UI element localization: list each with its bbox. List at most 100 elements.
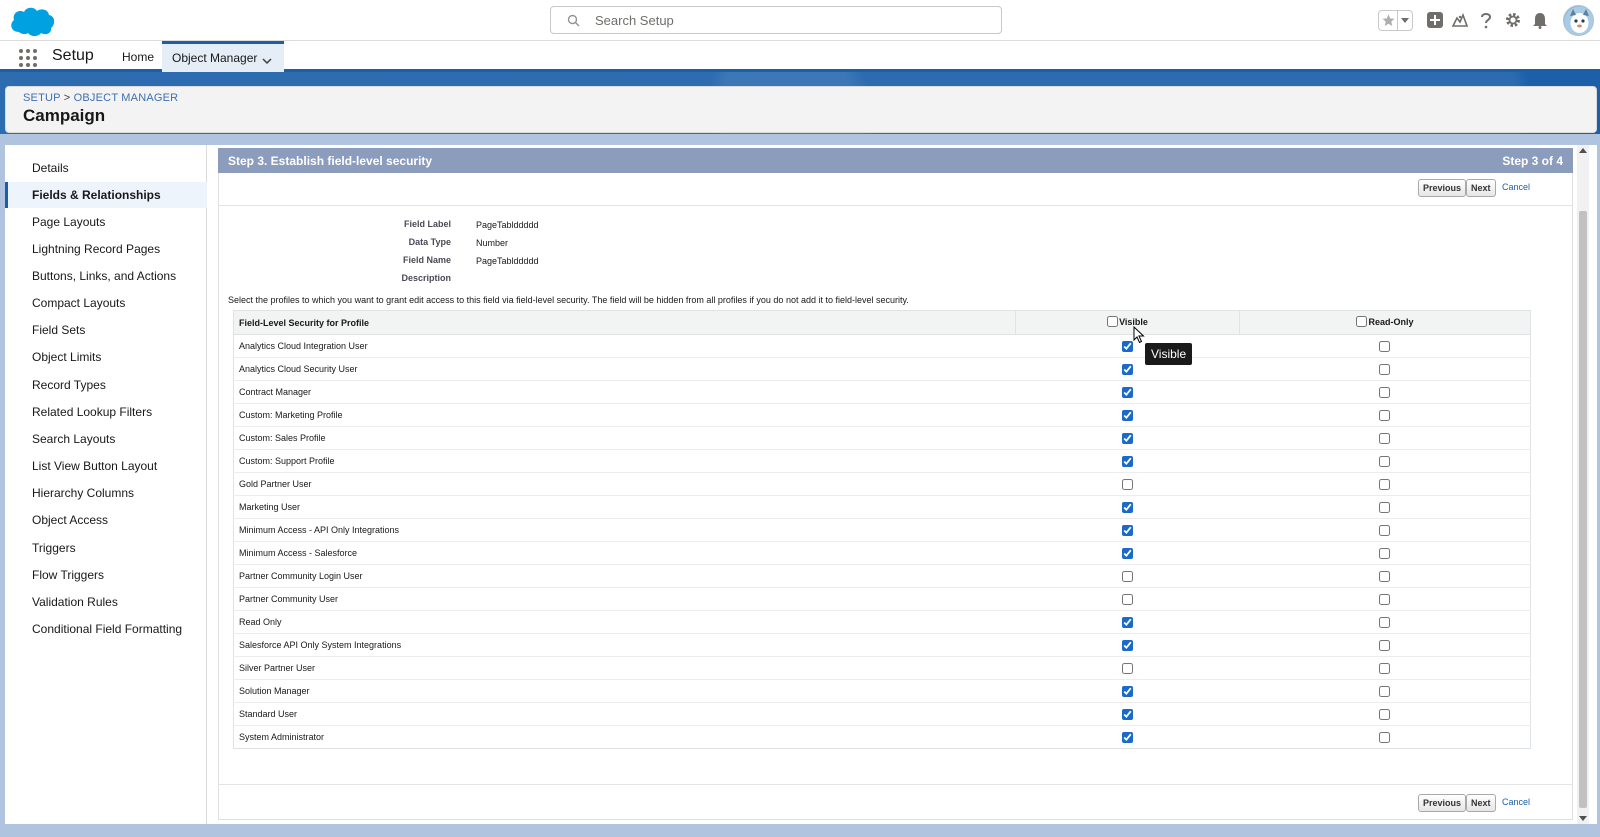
scroll-up-arrow-icon[interactable]	[1579, 148, 1587, 153]
readonly-checkbox[interactable]	[1379, 593, 1391, 605]
previous-button-top[interactable]: Previous	[1418, 179, 1467, 197]
visible-checkbox[interactable]	[1122, 409, 1133, 421]
readonly-checkbox[interactable]	[1379, 478, 1391, 490]
cancel-link-bottom[interactable]: Cancel	[1502, 797, 1530, 807]
sidebar-item-details[interactable]: Details	[5, 155, 207, 181]
breadcrumb-object-manager-link[interactable]: OBJECT MANAGER	[74, 92, 179, 104]
readonly-checkbox[interactable]	[1379, 432, 1391, 444]
readonly-checkbox[interactable]	[1379, 708, 1391, 720]
sidebar-item-field-sets[interactable]: Field Sets	[5, 317, 207, 343]
field-label-value: PageTablddddd	[476, 220, 539, 230]
sidebar-item-triggers[interactable]: Triggers	[5, 535, 207, 561]
visible-checkbox[interactable]	[1122, 547, 1133, 559]
sidebar-item-compact-layouts[interactable]: Compact Layouts	[5, 290, 207, 316]
readonly-column-header: Read-Only	[1239, 310, 1531, 335]
visible-checkbox[interactable]	[1122, 340, 1133, 352]
readonly-checkbox[interactable]	[1379, 616, 1391, 628]
sidebar-item-validation-rules[interactable]: Validation Rules	[5, 589, 207, 615]
gear-icon[interactable]	[1501, 8, 1525, 32]
table-row: Custom: Sales Profile	[233, 426, 1531, 450]
visible-checkbox[interactable]	[1122, 616, 1133, 628]
readonly-checkbox[interactable]	[1379, 731, 1391, 743]
visible-checkbox[interactable]	[1122, 639, 1133, 651]
salesforce-logo[interactable]	[7, 4, 57, 38]
sidebar-item-fields-relationships[interactable]: Fields & Relationships	[5, 182, 207, 208]
visible-select-all-checkbox[interactable]	[1107, 316, 1119, 327]
readonly-checkbox[interactable]	[1379, 455, 1391, 467]
visible-checkbox[interactable]	[1122, 386, 1133, 398]
step-title: Step 3. Establish field-level security	[228, 154, 433, 168]
chevron-down-icon[interactable]	[262, 54, 272, 68]
table-row: Minimum Access - API Only Integrations	[233, 518, 1531, 542]
readonly-checkbox[interactable]	[1379, 501, 1391, 513]
visible-checkbox[interactable]	[1122, 478, 1133, 490]
profile-name: Partner Community User	[233, 587, 1016, 611]
sidebar-item-related-lookup-filters[interactable]: Related Lookup Filters	[5, 399, 207, 425]
sidebar-item-list-view-button-layout[interactable]: List View Button Layout	[5, 453, 207, 479]
readonly-checkbox[interactable]	[1379, 524, 1391, 536]
app-launcher-icon[interactable]	[18, 48, 38, 68]
sidebar-item-record-types[interactable]: Record Types	[5, 372, 207, 398]
sidebar-item-flow-triggers[interactable]: Flow Triggers	[5, 562, 207, 588]
sidebar-item-hierarchy-columns[interactable]: Hierarchy Columns	[5, 480, 207, 506]
readonly-checkbox[interactable]	[1379, 409, 1391, 421]
avatar[interactable]	[1563, 5, 1594, 36]
sidebar-item-search-layouts[interactable]: Search Layouts	[5, 426, 207, 452]
help-icon[interactable]	[1474, 8, 1498, 32]
readonly-checkbox[interactable]	[1379, 639, 1391, 651]
favorites-group[interactable]	[1378, 10, 1413, 31]
readonly-select-all-checkbox[interactable]	[1356, 316, 1368, 327]
visible-checkbox[interactable]	[1122, 731, 1133, 743]
previous-button-bottom[interactable]: Previous	[1418, 794, 1467, 812]
search-input[interactable]	[593, 11, 983, 29]
visible-checkbox[interactable]	[1122, 363, 1133, 375]
table-row: System Administrator	[234, 726, 1531, 749]
search-setup-box[interactable]	[550, 6, 1002, 34]
visible-checkbox[interactable]	[1122, 708, 1133, 720]
readonly-checkbox[interactable]	[1379, 386, 1391, 398]
sidebar-item-conditional-field-formatting[interactable]: Conditional Field Formatting	[5, 616, 207, 642]
readonly-checkbox[interactable]	[1379, 685, 1391, 697]
breadcrumb-setup-link[interactable]: SETUP	[23, 92, 60, 104]
next-button-top[interactable]: Next	[1466, 179, 1496, 197]
visible-checkbox[interactable]	[1122, 524, 1133, 536]
visible-checkbox[interactable]	[1122, 570, 1133, 582]
next-button-bottom[interactable]: Next	[1466, 794, 1496, 812]
sidebar-item-object-access[interactable]: Object Access	[5, 507, 207, 533]
visible-cell	[1015, 610, 1240, 634]
profile-name: Solution Manager	[233, 679, 1016, 703]
visible-checkbox[interactable]	[1122, 501, 1133, 513]
sidebar-item-lightning-record-pages[interactable]: Lightning Record Pages	[5, 236, 207, 262]
readonly-checkbox[interactable]	[1379, 570, 1391, 582]
table-row: Gold Partner User	[233, 472, 1531, 496]
main-scrollbar[interactable]	[1577, 145, 1589, 824]
sidebar-item-object-limits[interactable]: Object Limits	[5, 344, 207, 370]
sidebar-item-page-layouts[interactable]: Page Layouts	[5, 209, 207, 235]
tab-home[interactable]: Home	[112, 41, 164, 72]
visible-checkbox[interactable]	[1122, 432, 1133, 444]
bell-icon[interactable]	[1528, 8, 1552, 32]
sidebar-item-buttons-links-actions[interactable]: Buttons, Links, and Actions	[5, 263, 207, 289]
bottom-button-row: Previous Next Cancel	[218, 784, 1573, 820]
add-icon[interactable]	[1423, 8, 1447, 32]
readonly-checkbox[interactable]	[1379, 547, 1391, 559]
visible-checkbox[interactable]	[1122, 685, 1133, 697]
favorites-chevron-down-icon[interactable]	[1398, 11, 1412, 30]
profile-name: System Administrator	[239, 732, 325, 742]
tab-object-manager[interactable]: Object Manager	[162, 41, 284, 72]
step-header: Step 3. Establish field-level security S…	[218, 148, 1573, 173]
trailhead-icon[interactable]	[1448, 8, 1472, 32]
visible-checkbox[interactable]	[1122, 455, 1133, 467]
visible-checkbox[interactable]	[1122, 593, 1133, 605]
readonly-cell	[1239, 518, 1531, 542]
readonly-checkbox[interactable]	[1379, 363, 1391, 375]
visible-checkbox[interactable]	[1122, 662, 1133, 674]
readonly-checkbox[interactable]	[1379, 662, 1391, 674]
scroll-down-arrow-icon[interactable]	[1579, 816, 1587, 821]
table-row: Analytics Cloud Integration User	[233, 334, 1531, 358]
cancel-link-top[interactable]: Cancel	[1502, 182, 1530, 192]
scroll-thumb[interactable]	[1579, 211, 1587, 808]
favorites-star-icon[interactable]	[1379, 11, 1399, 30]
visible-cell	[1015, 564, 1240, 588]
readonly-checkbox[interactable]	[1379, 340, 1391, 352]
